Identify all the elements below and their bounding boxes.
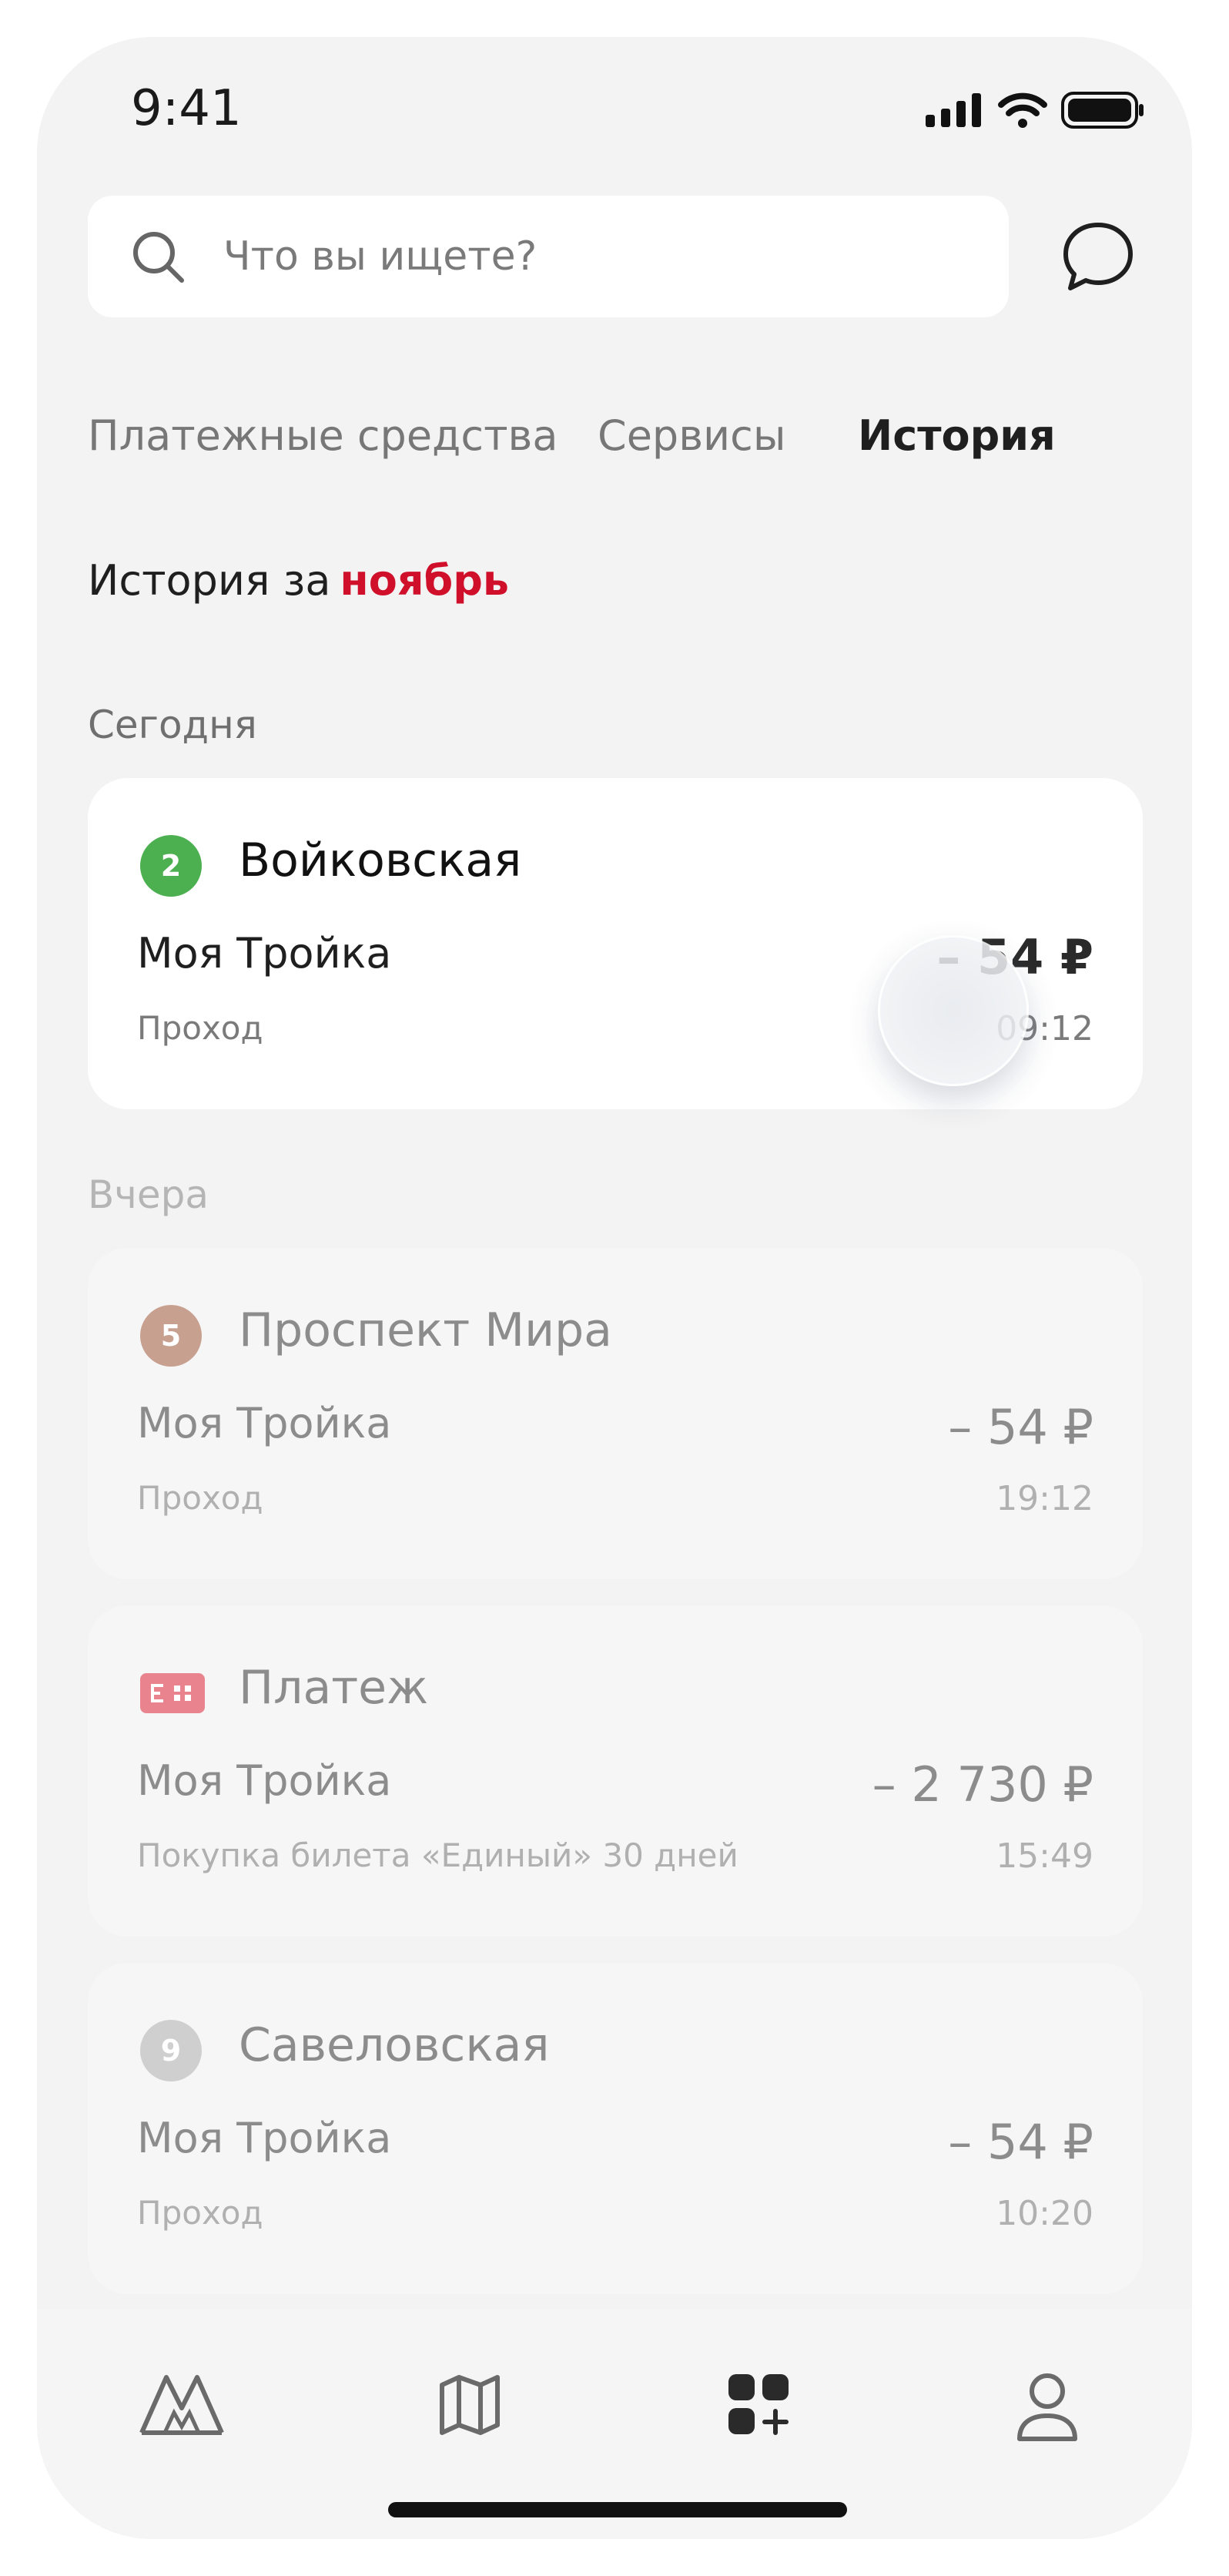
station-name: Савеловская bbox=[239, 2018, 550, 2072]
transaction-kind: Проход bbox=[137, 1009, 263, 1047]
battery-icon bbox=[1061, 92, 1144, 129]
card-product: Моя Тройка bbox=[137, 1756, 392, 1805]
metro-line-badge: 2 bbox=[140, 835, 202, 897]
signal-icon bbox=[926, 93, 981, 127]
station-name: Войковская bbox=[239, 834, 522, 887]
chat-icon[interactable] bbox=[1061, 220, 1135, 293]
search-icon bbox=[133, 232, 184, 283]
transaction-kind: Покупка билета «Единый» 30 дней bbox=[137, 1836, 738, 1874]
card-product: Моя Тройка bbox=[137, 1399, 392, 1447]
metro-logo-icon[interactable] bbox=[139, 2373, 225, 2437]
map-icon[interactable] bbox=[437, 2373, 502, 2437]
station-name: Проспект Мира bbox=[239, 1303, 612, 1357]
section-label-yesterday: Вчера bbox=[88, 1172, 209, 1217]
card-product: Моя Тройка bbox=[137, 2114, 392, 2162]
tab-services[interactable]: Сервисы bbox=[598, 411, 785, 460]
home-indicator bbox=[388, 2502, 847, 2517]
search-bar[interactable] bbox=[88, 196, 1009, 317]
profile-icon[interactable] bbox=[1015, 2373, 1080, 2442]
metro-line-badge: 5 bbox=[140, 1305, 202, 1367]
transaction-amount: – 54 ₽ bbox=[948, 1399, 1093, 1455]
transaction-time: 10:20 bbox=[996, 2194, 1093, 2233]
phone-screen: 9:41 Платежные средства Сервисы Ис bbox=[37, 37, 1192, 2539]
history-card[interactable]: 5 Проспект Мира Моя Тройка Проход – 54 ₽… bbox=[88, 1248, 1143, 1579]
wifi-icon bbox=[998, 92, 1047, 128]
history-month-title: История за ноябрь bbox=[88, 556, 509, 605]
metro-line-badge: 9 bbox=[140, 2020, 202, 2081]
payment-title: Платеж bbox=[239, 1661, 429, 1715]
transaction-kind: Проход bbox=[137, 1479, 263, 1517]
transaction-amount: – 54 ₽ bbox=[948, 2114, 1093, 2170]
history-card[interactable]: Платеж Моя Тройка Покупка билета «Единый… bbox=[88, 1605, 1143, 1937]
status-icons bbox=[926, 91, 1146, 129]
transaction-kind: Проход bbox=[137, 2194, 263, 2232]
tab-payment-means[interactable]: Платежные средства bbox=[88, 411, 558, 460]
services-grid-icon[interactable] bbox=[727, 2373, 792, 2437]
tab-history[interactable]: История bbox=[858, 411, 1056, 460]
search-input[interactable] bbox=[223, 228, 916, 285]
touch-indicator bbox=[878, 935, 1029, 1086]
status-time: 9:41 bbox=[131, 80, 242, 137]
section-label-today: Сегодня bbox=[88, 703, 257, 747]
month-selector[interactable]: ноябрь bbox=[340, 556, 509, 605]
transaction-time: 15:49 bbox=[996, 1836, 1093, 1876]
history-prefix: История за bbox=[88, 556, 331, 605]
transaction-time: 19:12 bbox=[996, 1479, 1093, 1518]
history-card[interactable]: 9 Савеловская Моя Тройка Проход – 54 ₽ 1… bbox=[88, 1963, 1143, 2294]
transaction-amount: – 2 730 ₽ bbox=[872, 1756, 1093, 1813]
payment-card-icon bbox=[140, 1673, 205, 1713]
card-product: Моя Тройка bbox=[137, 929, 392, 978]
